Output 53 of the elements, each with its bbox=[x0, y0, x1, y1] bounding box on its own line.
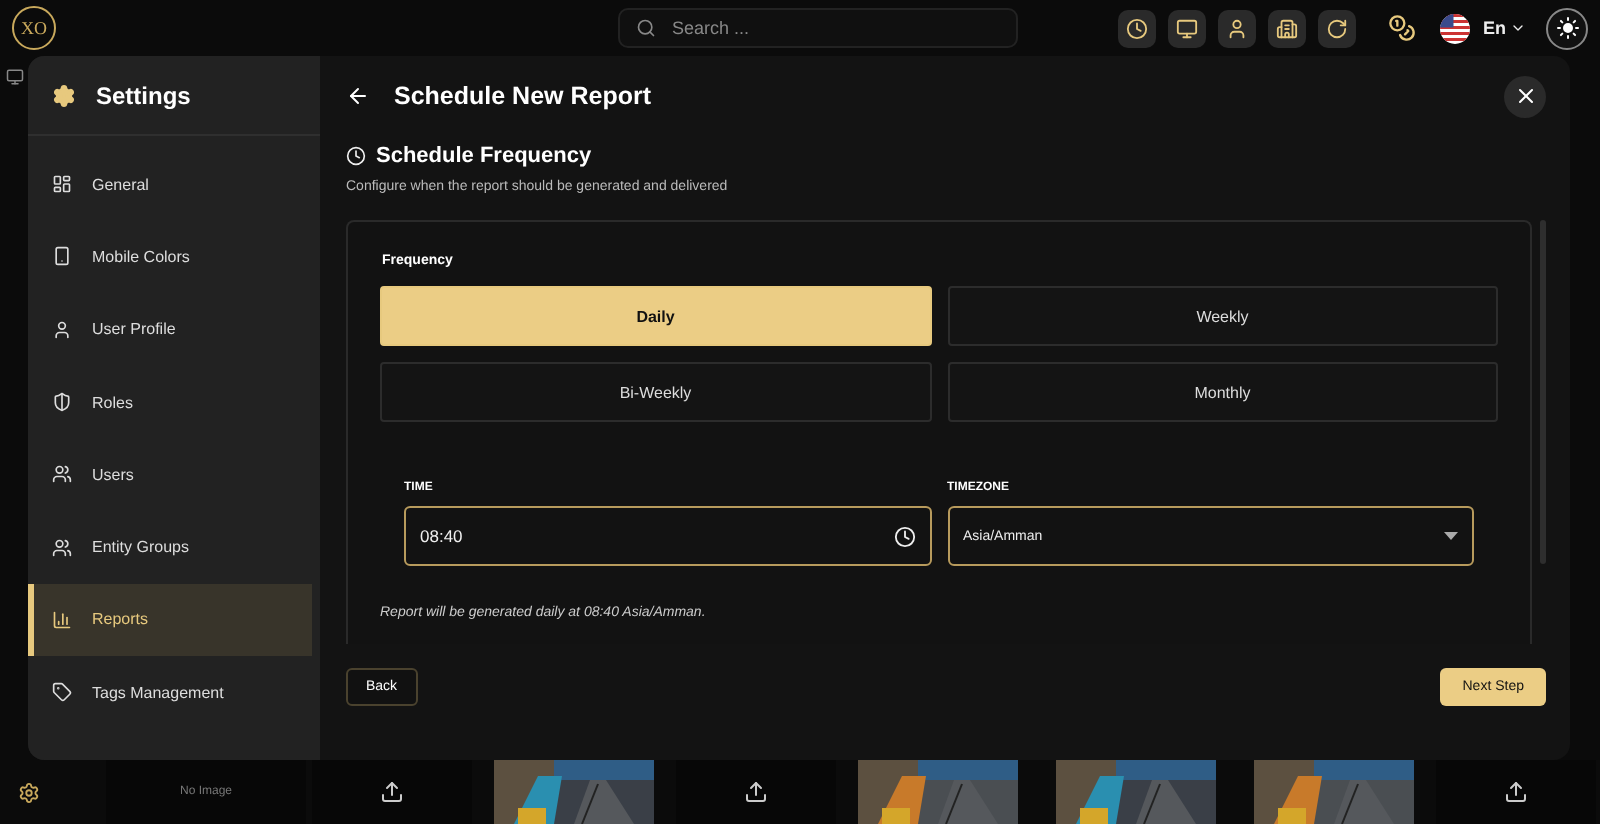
clock-icon bbox=[893, 525, 915, 547]
clock-icon bbox=[346, 146, 366, 166]
back-arrow-icon[interactable] bbox=[346, 84, 370, 108]
people-icon bbox=[52, 537, 72, 558]
caret-icon bbox=[1444, 532, 1458, 540]
sidebar-title: Settings bbox=[96, 81, 191, 109]
monitor-button[interactable] bbox=[1168, 9, 1207, 47]
sun-icon bbox=[1555, 16, 1579, 40]
upload-icon[interactable] bbox=[744, 780, 768, 804]
upload-icon[interactable] bbox=[380, 780, 404, 804]
dialog-title: Schedule New Report bbox=[394, 82, 651, 110]
sidebar-item[interactable]: General bbox=[28, 148, 312, 221]
flag-icon[interactable] bbox=[1440, 13, 1471, 43]
sidebar-item[interactable]: User Profile bbox=[28, 293, 312, 366]
sidebar-item[interactable]: Tags Management bbox=[28, 656, 312, 729]
people-icon bbox=[52, 464, 72, 485]
search-icon bbox=[636, 18, 656, 38]
search-field[interactable]: Search ... bbox=[618, 8, 1018, 48]
close-button[interactable] bbox=[1504, 75, 1546, 117]
shield-icon bbox=[52, 392, 72, 413]
building-button[interactable] bbox=[1268, 9, 1307, 47]
language-selector[interactable]: En bbox=[1482, 18, 1526, 38]
person-button[interactable] bbox=[1218, 9, 1257, 47]
coins-icon[interactable] bbox=[1388, 14, 1417, 42]
sidebar-item[interactable]: Users bbox=[28, 438, 312, 511]
logo[interactable]: XO bbox=[12, 6, 56, 50]
theme-toggle-button[interactable] bbox=[1546, 7, 1588, 49]
monitor-icon bbox=[1176, 17, 1199, 39]
building-icon bbox=[1276, 17, 1299, 39]
refresh-button[interactable] bbox=[1318, 9, 1357, 47]
close-icon bbox=[1513, 84, 1537, 108]
frequency-option[interactable]: Daily bbox=[380, 286, 931, 346]
monitor-icon[interactable] bbox=[5, 68, 23, 86]
frequency-option[interactable]: Monthly bbox=[947, 362, 1498, 422]
person-icon bbox=[52, 319, 72, 340]
frequency-option[interactable]: Weekly bbox=[947, 286, 1498, 346]
frequency-option[interactable]: Bi-Weekly bbox=[380, 362, 931, 422]
tag-icon bbox=[52, 682, 72, 703]
chevron-icon bbox=[1510, 20, 1526, 36]
sidebar-item[interactable]: Reports bbox=[28, 583, 312, 657]
sidebar-item[interactable]: Entity Groups bbox=[28, 510, 312, 584]
refresh-icon bbox=[1326, 17, 1349, 39]
clock-icon bbox=[1126, 17, 1149, 39]
clock-button[interactable] bbox=[1118, 9, 1157, 47]
section-title: Schedule Frequency bbox=[376, 144, 592, 168]
phone-icon bbox=[52, 246, 72, 267]
sidebar-item[interactable]: Roles bbox=[28, 365, 312, 439]
dashboard-icon bbox=[52, 174, 72, 195]
upload-icon[interactable] bbox=[1504, 780, 1528, 804]
bar-chart-icon bbox=[52, 609, 72, 630]
person-icon bbox=[1226, 17, 1249, 39]
sidebar-item[interactable]: Mobile Colors bbox=[28, 220, 312, 294]
time-field[interactable]: 08:40 bbox=[404, 506, 931, 566]
